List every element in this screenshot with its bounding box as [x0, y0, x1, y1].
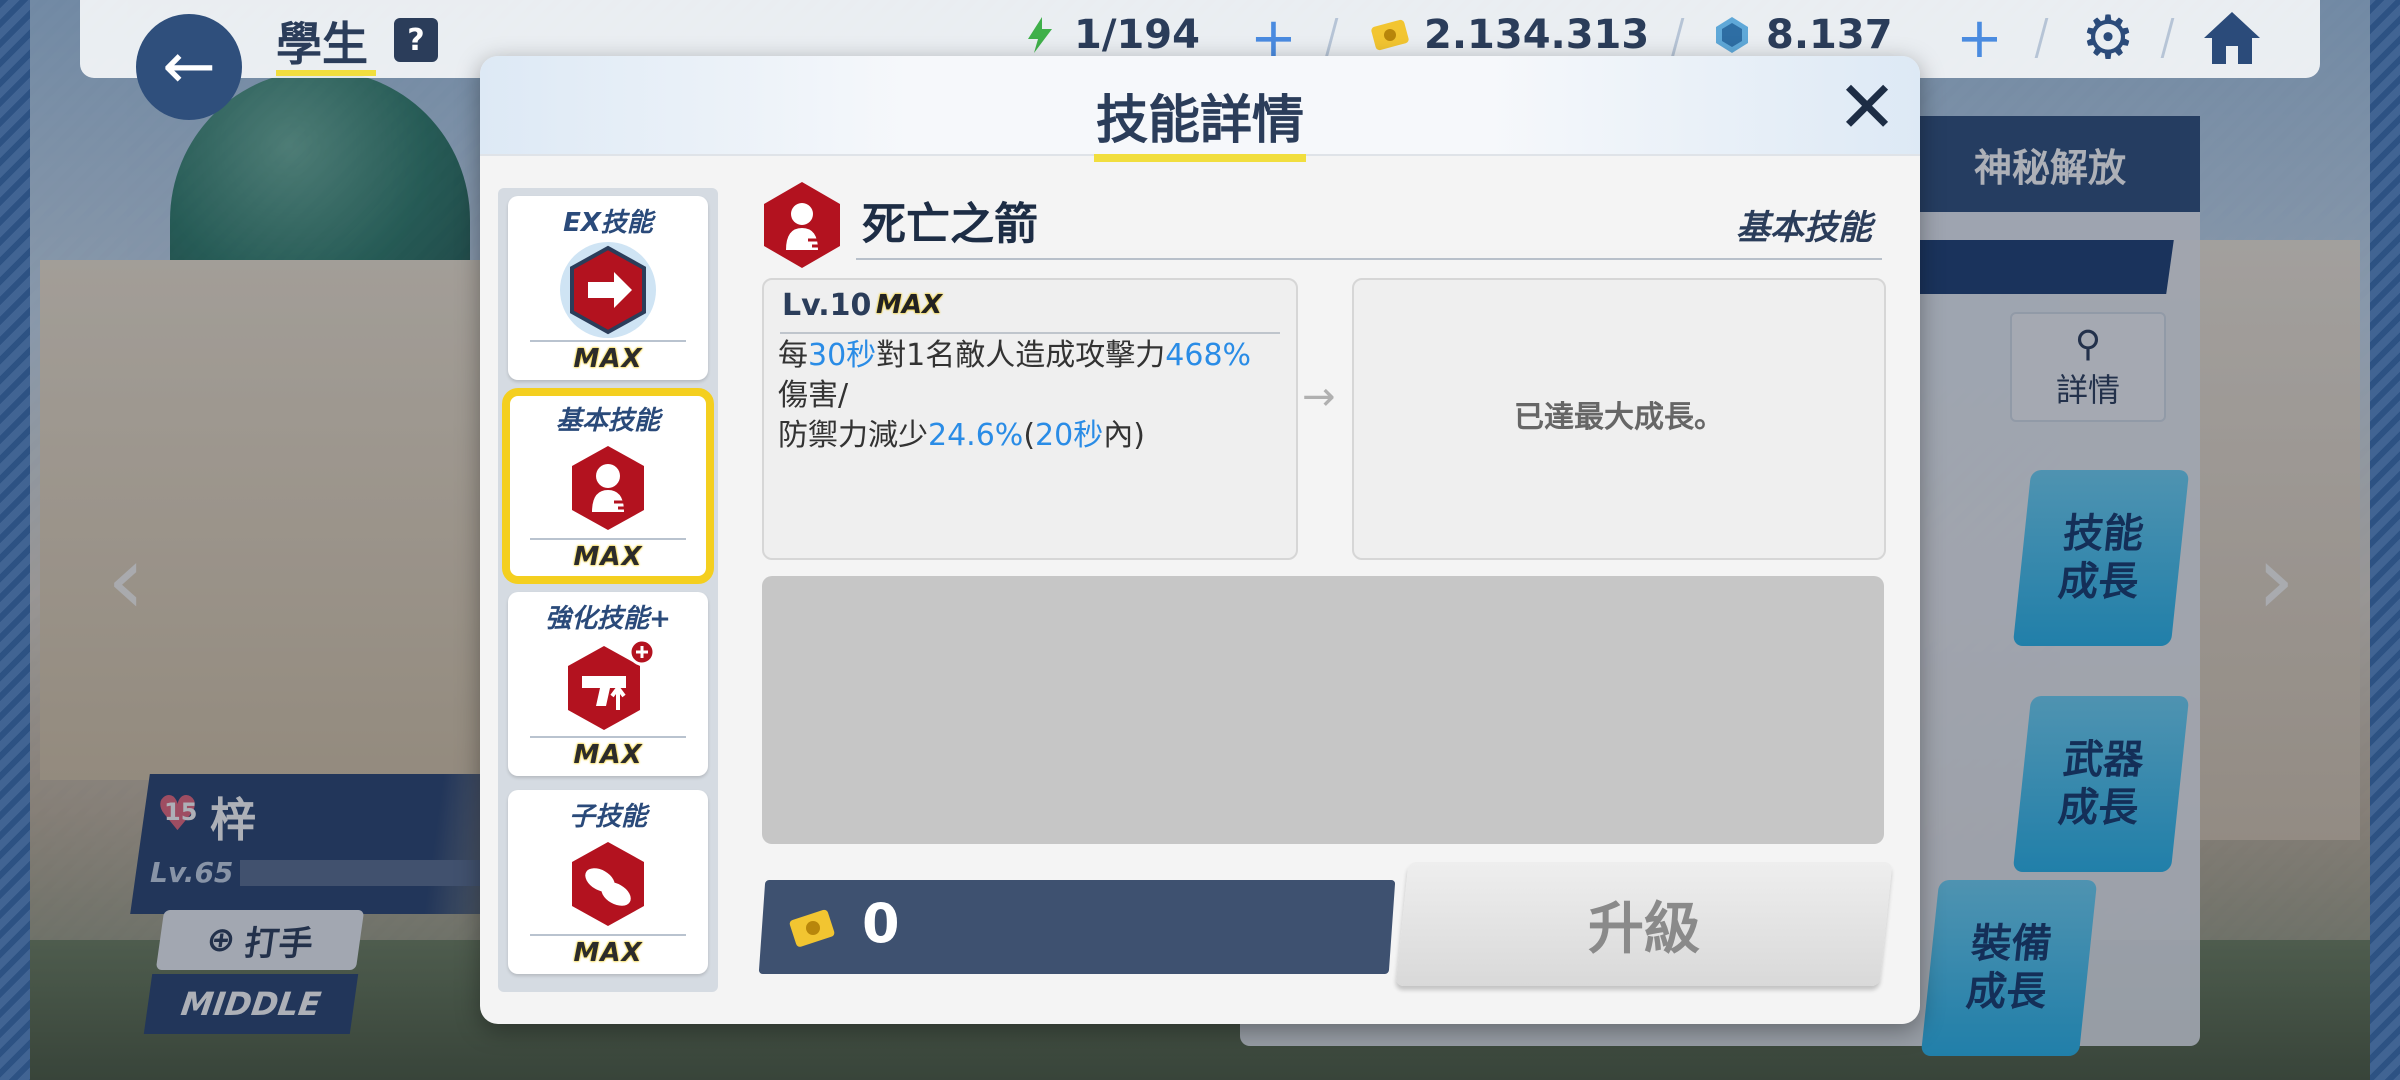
level-label: Lv.10 — [782, 288, 872, 323]
ex-skill-icon — [560, 242, 656, 338]
desc-highlight: 20秒 — [1035, 418, 1104, 453]
help-button[interactable]: ? — [394, 18, 438, 62]
tab-enhanced-skill[interactable]: 強化技能+ MAX — [508, 592, 708, 776]
arrow-right-icon: → — [1302, 374, 1336, 420]
desc-text: 傷害/ — [778, 378, 849, 413]
max-badge: MAX — [573, 740, 643, 770]
page-title: 學生 — [276, 17, 368, 71]
lightning-icon — [1028, 17, 1052, 53]
back-arrow-icon: ← — [162, 30, 216, 104]
desc-text: 防禦力減少 — [778, 418, 928, 453]
skill-detail-modal: 技能詳情 ✕ EX技能 MAX 基本技能 MAX 強化技能+ MAX 子技能 M… — [480, 56, 1920, 1024]
skill-header-rule — [856, 258, 1882, 260]
desc-text: ( — [1023, 418, 1036, 453]
tab-label: 強化技能+ — [545, 604, 671, 634]
max-badge: MAX — [876, 290, 943, 320]
close-button[interactable]: ✕ — [1832, 71, 1902, 144]
skill-name: 死亡之箭 — [862, 199, 1038, 250]
close-icon: ✕ — [1836, 65, 1898, 149]
back-button[interactable]: ← — [136, 14, 242, 120]
home-icon — [2204, 12, 2260, 64]
basic-skill-icon — [572, 446, 644, 530]
modal-title-underline — [1094, 154, 1306, 162]
tab-label: 基本技能 — [555, 406, 660, 436]
upgrade-label: 升級 — [1588, 896, 1700, 962]
desc-text: 對1名敵人造成攻擊力 — [876, 338, 1166, 373]
sub-skill-icon — [572, 842, 644, 926]
max-badge: MAX — [573, 938, 643, 968]
max-growth-text: 已達最大成長。 — [1514, 400, 1724, 435]
tab-label: 子技能 — [568, 802, 647, 832]
modal-title: 技能詳情 — [1095, 91, 1304, 151]
skill-description: 每30秒對1名敵人造成攻擊力468% 傷害/防禦力減少24.6%(20秒內) — [778, 336, 1278, 456]
upgrade-button[interactable]: 升級 — [1395, 862, 1893, 986]
credit-counter: 2.134.313 — [1370, 12, 1649, 58]
gem-value: 8.137 — [1766, 12, 1893, 58]
gem-counter: 8.137 — [1712, 12, 1893, 58]
add-gem-button[interactable]: + — [1956, 6, 2003, 71]
max-badge: MAX — [573, 344, 643, 374]
desc-highlight: 30秒 — [808, 338, 877, 373]
title-underline — [276, 70, 376, 76]
gear-icon: ⚙ — [2081, 3, 2135, 73]
tab-divider — [530, 340, 686, 342]
gem-icon — [1716, 17, 1748, 53]
tab-divider — [530, 538, 686, 540]
tab-ex-skill[interactable]: EX技能 MAX — [508, 196, 708, 380]
cost-bar — [758, 880, 1396, 974]
tab-sub-skill[interactable]: 子技能 MAX — [508, 790, 708, 974]
enhanced-skill-icon — [568, 638, 656, 730]
credit-icon — [789, 909, 835, 947]
current-level-box: Lv.10 MAX 每30秒對1名敵人造成攻擊力468% 傷害/防禦力減少24.6… — [762, 278, 1298, 560]
credit-icon — [1371, 19, 1409, 51]
skill-tab-column: EX技能 MAX 基本技能 MAX 強化技能+ MAX 子技能 MAX — [498, 188, 718, 992]
level-rule — [780, 332, 1280, 334]
tab-divider — [530, 934, 686, 936]
skill-type: 基本技能 — [1736, 208, 1872, 248]
desc-highlight: 24.6% — [928, 418, 1024, 453]
ap-value: 1/194 — [1074, 12, 1200, 58]
material-area — [762, 576, 1884, 844]
help-label: ? — [407, 22, 425, 58]
desc-text: 每 — [778, 338, 808, 373]
max-badge: MAX — [573, 542, 643, 572]
ap-counter: 1/194 — [1020, 12, 1200, 58]
tab-label: EX技能 — [563, 208, 653, 238]
next-level-box: 已達最大成長。 — [1352, 278, 1886, 560]
skill-icon — [764, 182, 840, 268]
settings-button[interactable]: ⚙ — [2076, 6, 2140, 70]
cost-value: 0 — [862, 892, 900, 955]
desc-text: 內) — [1103, 418, 1145, 453]
tab-divider — [530, 736, 686, 738]
home-button[interactable] — [2200, 6, 2264, 70]
credit-value: 2.134.313 — [1424, 12, 1650, 58]
desc-highlight: 468% — [1165, 338, 1252, 373]
tab-basic-skill[interactable]: 基本技能 MAX — [502, 388, 714, 584]
